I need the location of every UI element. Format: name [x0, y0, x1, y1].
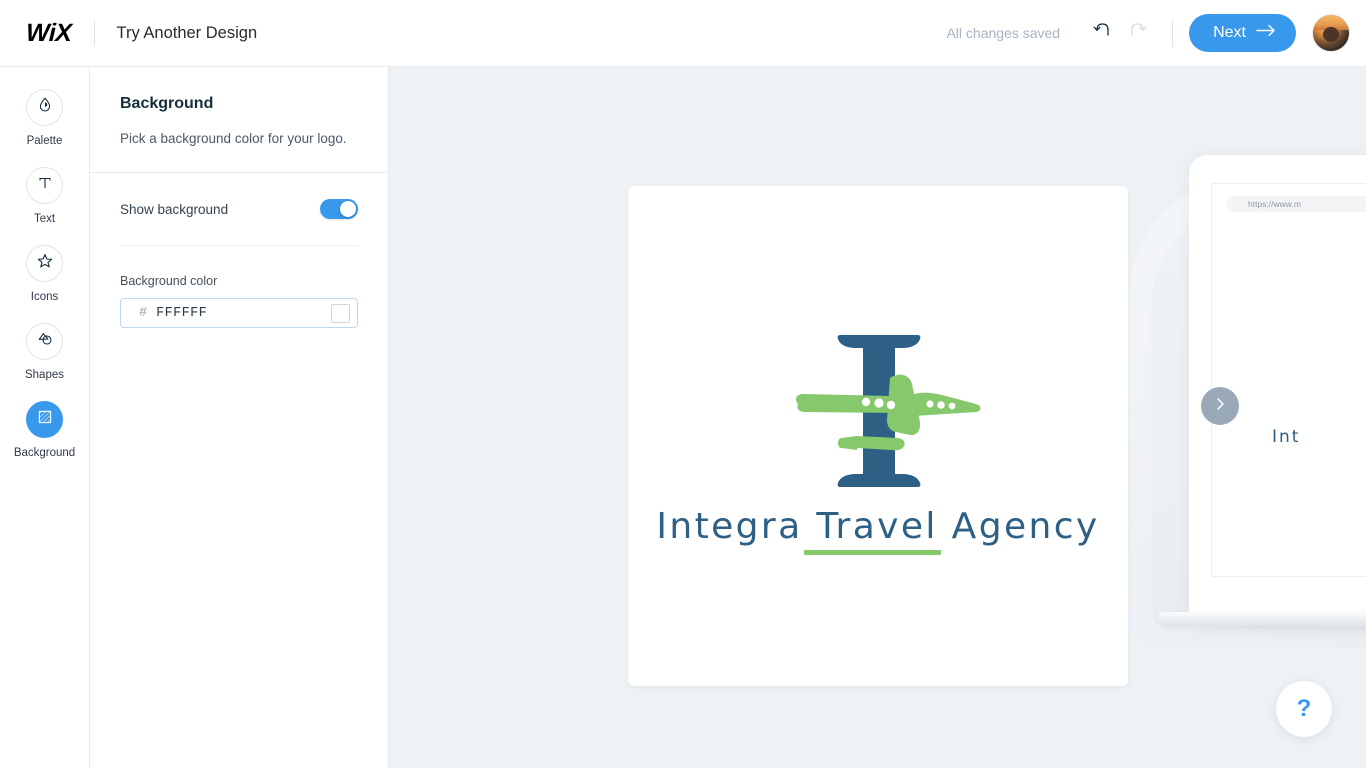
text-icon-circle	[26, 167, 63, 204]
color-swatch[interactable]	[331, 303, 350, 323]
page-title: Try Another Design	[116, 23, 258, 42]
letter-i-airplane-logo	[758, 326, 998, 496]
panel-subtitle: Pick a background color for your logo.	[120, 131, 347, 146]
sidebar-label-background: Background	[13, 447, 76, 459]
chevron-right-icon	[1212, 396, 1228, 417]
sidebar-item-shapes[interactable]: Shapes	[0, 323, 89, 381]
logo-text: Integra Travel Agency	[656, 505, 1100, 547]
toggle-knob	[340, 201, 356, 218]
logo-composition: Integra Travel Agency	[628, 186, 1128, 686]
app-header: WiX Try Another Design All changes saved	[0, 0, 1366, 67]
logo-canvas: https://www.m Int Integra Travel Agency …	[389, 67, 1366, 768]
sidebar-item-icons[interactable]: Icons	[0, 245, 89, 303]
star-icon	[36, 252, 54, 275]
sidebar-item-background[interactable]: Background	[0, 401, 89, 459]
header-actions: All changes saved Next	[946, 14, 1366, 52]
help-button[interactable]: ?	[1276, 681, 1332, 737]
redo-icon	[1128, 21, 1148, 46]
arrow-right-icon	[1256, 24, 1276, 42]
question-mark-icon: ?	[1296, 695, 1312, 722]
sidebar-item-palette[interactable]: Palette	[0, 89, 89, 147]
next-design-button[interactable]	[1201, 387, 1239, 425]
shapes-icon	[36, 330, 54, 353]
next-button[interactable]: Next	[1189, 14, 1296, 52]
save-status: All changes saved	[946, 25, 1061, 41]
logo-underline	[804, 549, 942, 555]
sidebar-label-palette: Palette	[26, 135, 63, 147]
browser-url-bar[interactable]: https://www.m	[1226, 196, 1366, 212]
panel-title: Background	[120, 95, 214, 112]
background-color-field[interactable]: # FFFFFF	[120, 298, 358, 329]
tool-sidebar: Palette Text Icons Shapes Background	[0, 67, 90, 768]
wix-logo[interactable]: WiX	[25, 19, 72, 48]
undo-button[interactable]	[1084, 15, 1120, 51]
preview-logo-text: Int	[1272, 427, 1301, 447]
icons-icon-circle	[26, 245, 63, 282]
show-background-row: Show background	[120, 173, 358, 245]
background-icon-circle	[26, 401, 63, 438]
undo-icon	[1092, 21, 1112, 46]
background-color-input[interactable]: FFFFFF	[156, 306, 331, 321]
show-background-label: Show background	[120, 201, 229, 217]
sidebar-label-icons: Icons	[30, 291, 59, 303]
show-background-toggle[interactable]	[320, 199, 358, 220]
panel-thin-divider	[120, 245, 358, 247]
device-screen: https://www.m Int	[1211, 183, 1366, 577]
text-t-icon	[36, 174, 54, 197]
droplet-icon	[36, 96, 54, 119]
panel-body: Show background Background color # FFFFF…	[90, 173, 388, 329]
avatar[interactable]	[1312, 14, 1350, 52]
next-button-label: Next	[1213, 24, 1246, 41]
device-preview: https://www.m Int	[1189, 155, 1366, 615]
sidebar-item-text[interactable]: Text	[0, 167, 89, 225]
settings-panel: Background Pick a background color for y…	[90, 67, 389, 768]
hash-symbol: #	[139, 305, 148, 321]
logo-preview-card[interactable]: Integra Travel Agency	[628, 186, 1128, 686]
shapes-icon-circle	[26, 323, 63, 360]
sidebar-label-text: Text	[33, 213, 56, 225]
palette-icon-circle	[26, 89, 63, 126]
logo-wordmark: Integra Travel Agency	[656, 505, 1100, 555]
background-icon	[36, 408, 54, 431]
panel-header: Background Pick a background color for y…	[90, 67, 388, 172]
header-action-divider	[1172, 19, 1174, 47]
header-divider	[93, 20, 95, 46]
sidebar-label-shapes: Shapes	[24, 369, 64, 381]
redo-button[interactable]	[1120, 15, 1156, 51]
background-color-label: Background color	[120, 274, 218, 289]
